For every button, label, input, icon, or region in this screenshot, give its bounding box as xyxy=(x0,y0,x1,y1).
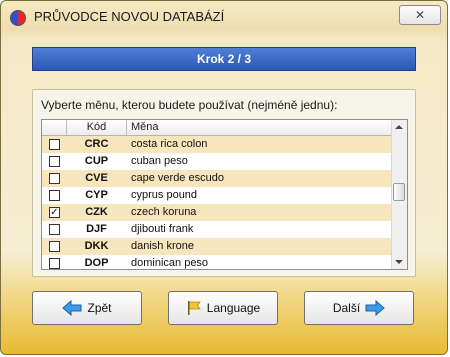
next-button[interactable]: Další xyxy=(304,291,414,325)
currency-code: DJF xyxy=(86,223,107,235)
scroll-down-icon[interactable] xyxy=(395,260,403,264)
row-checkbox[interactable] xyxy=(49,224,60,235)
list-header: Kód Měna xyxy=(42,120,393,136)
currency-name: czech koruna xyxy=(131,206,197,218)
currency-code: CZK xyxy=(85,206,108,218)
currency-code: CYP xyxy=(85,189,108,201)
scroll-up-icon[interactable] xyxy=(395,125,403,129)
title-bar: PRŮVODCE NOVOU DATABÁZÍ ✕ xyxy=(1,1,447,35)
scroll-thumb[interactable] xyxy=(393,183,405,201)
list-row-czk[interactable]: ✓ CZK czech koruna xyxy=(42,204,393,221)
currency-group: Vyberte měnu, kterou budete používat (ne… xyxy=(32,89,416,277)
row-checkbox[interactable] xyxy=(49,241,60,252)
currency-code: CUP xyxy=(84,155,109,167)
currency-code: CRC xyxy=(84,138,109,150)
vertical-scrollbar[interactable] xyxy=(391,120,407,269)
list-row-djf[interactable]: DJF djibouti frank xyxy=(42,221,393,238)
app-globe-icon xyxy=(10,10,26,26)
currency-name: cape verde escudo xyxy=(131,172,224,184)
row-checkbox[interactable]: ✓ xyxy=(49,207,60,218)
currency-code: CVE xyxy=(85,172,108,184)
list-rows: CRC costa rica colon CUP cuban peso CVE cape … xyxy=(42,136,393,269)
row-checkbox[interactable] xyxy=(49,258,60,269)
flag-icon xyxy=(187,301,201,315)
row-checkbox[interactable] xyxy=(49,139,60,150)
language-button-label: Language xyxy=(206,301,261,315)
step-indicator: Krok 2 / 3 xyxy=(32,47,416,71)
window-title: PRŮVODCE NOVOU DATABÁZÍ xyxy=(34,9,225,24)
currency-code: DOP xyxy=(84,257,109,269)
instruction-label: Vyberte měnu, kterou budete používat (ne… xyxy=(41,98,338,112)
currency-name: costa rica colon xyxy=(131,138,208,150)
row-checkbox[interactable] xyxy=(49,156,60,167)
currency-name: danish krone xyxy=(131,240,194,252)
column-header-name[interactable]: Měna xyxy=(128,120,390,135)
currency-list[interactable]: Kód Měna CRC costa rica colon CUP cuban pes… xyxy=(41,119,408,270)
arrow-left-icon xyxy=(62,300,82,316)
list-row-cyp[interactable]: CYP cyprus pound xyxy=(42,187,393,204)
column-header-check[interactable] xyxy=(42,120,67,135)
row-checkbox[interactable] xyxy=(49,190,60,201)
list-row-dkk[interactable]: DKK danish krone xyxy=(42,238,393,255)
column-header-code[interactable]: Kód xyxy=(67,120,127,135)
list-row-dop[interactable]: DOP dominican peso xyxy=(42,255,393,269)
close-button[interactable]: ✕ xyxy=(399,5,441,25)
list-row-cup[interactable]: CUP cuban peso xyxy=(42,153,393,170)
list-row-cve[interactable]: CVE cape verde escudo xyxy=(42,170,393,187)
currency-name: djibouti frank xyxy=(131,223,194,235)
back-button[interactable]: Zpět xyxy=(32,291,142,325)
currency-name: dominican peso xyxy=(131,257,209,269)
language-button[interactable]: Language xyxy=(168,291,278,325)
row-checkbox[interactable] xyxy=(49,173,60,184)
currency-code: DKK xyxy=(84,240,109,252)
arrow-right-icon xyxy=(365,300,385,316)
currency-name: cuban peso xyxy=(131,155,188,167)
next-button-label: Další xyxy=(332,301,361,315)
currency-name: cyprus pound xyxy=(131,189,198,201)
back-button-label: Zpět xyxy=(87,301,112,315)
list-row-crc[interactable]: CRC costa rica colon xyxy=(42,136,393,153)
wizard-window: PRŮVODCE NOVOU DATABÁZÍ ✕ Krok 2 / 3 Vyb… xyxy=(0,0,448,355)
